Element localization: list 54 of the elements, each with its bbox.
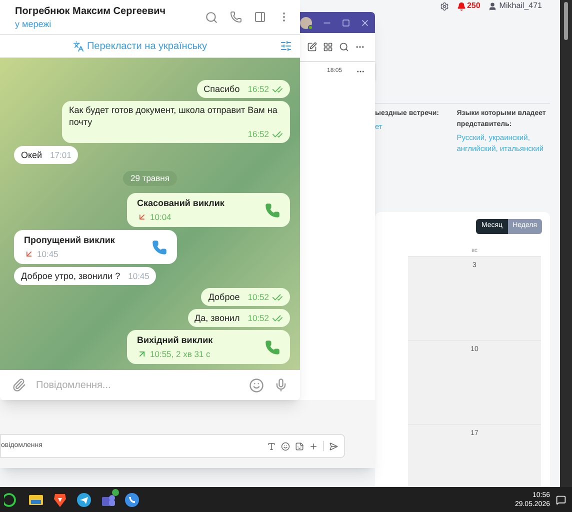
notification-icon[interactable] <box>556 494 566 504</box>
paper-plane-icon[interactable] <box>76 492 92 508</box>
message-text: Доброе <box>208 291 240 303</box>
message-text: Спасибо <box>204 83 240 96</box>
message-text: Как будет готов документ, школа отправит Вам на почту <box>69 104 278 128</box>
emoji-icon[interactable] <box>249 378 264 392</box>
message-input[interactable]: Повідомлення... <box>36 378 239 392</box>
plus-icon[interactable] <box>309 442 318 450</box>
sticker-icon[interactable] <box>295 442 304 450</box>
avatar[interactable] <box>300 16 312 28</box>
date-badge: 29 травня <box>122 171 178 186</box>
call-title: Скасований виклик <box>137 197 224 210</box>
phone-icon[interactable] <box>265 340 280 354</box>
search-icon[interactable] <box>205 10 218 24</box>
attach-icon[interactable] <box>12 378 26 392</box>
microphone-icon[interactable] <box>274 378 288 392</box>
user-name[interactable]: Mikhail_471 <box>499 0 542 12</box>
translate-icon <box>72 40 84 52</box>
search-icon[interactable] <box>339 42 349 52</box>
message-text: Доброе утро, звонили ? <box>21 270 120 282</box>
format-icon[interactable] <box>267 442 276 450</box>
message-time: 10:45 <box>128 270 150 282</box>
message-time: 16:52 <box>248 83 269 96</box>
message-time: 10:52 <box>248 291 269 303</box>
contact-name: Погребнюк Максим Сергеевич <box>15 4 166 18</box>
status-badge <box>112 488 119 496</box>
message-time: 17:01 <box>50 149 72 162</box>
message-text: Да, звонил <box>194 312 240 324</box>
message-time: 10:52 <box>248 312 269 324</box>
emoji-icon[interactable] <box>281 442 290 450</box>
message-time: 10:04 <box>150 211 172 223</box>
call-title: Пропущений виклик <box>24 234 115 247</box>
settings-icon[interactable] <box>440 2 449 10</box>
message-time: 10:45 <box>37 248 58 260</box>
sidebar-icon[interactable] <box>254 11 266 23</box>
scrollbar-thumb[interactable] <box>564 2 568 40</box>
user-icon[interactable] <box>488 2 498 10</box>
phone-icon[interactable] <box>152 240 167 254</box>
bell-icon[interactable] <box>456 2 466 10</box>
phone-icon[interactable] <box>230 11 242 23</box>
contact-status: у мережі <box>15 18 52 30</box>
close-icon[interactable] <box>360 18 370 28</box>
compose-icon[interactable] <box>307 42 317 52</box>
filter-icon[interactable] <box>280 40 292 52</box>
grid-icon[interactable] <box>323 42 333 52</box>
message-time: 16:52 <box>248 128 269 140</box>
call-title: Вихідний виклик <box>137 334 213 347</box>
phone-icon[interactable] <box>265 202 280 218</box>
send-icon[interactable] <box>329 442 338 450</box>
maximize-icon[interactable] <box>342 18 350 26</box>
phone-app-icon[interactable] <box>124 492 140 508</box>
message-time: 10:55, 2 хв 31 с <box>150 348 210 360</box>
notification-count: 250 <box>466 0 480 12</box>
message-text: Окей <box>21 149 42 162</box>
